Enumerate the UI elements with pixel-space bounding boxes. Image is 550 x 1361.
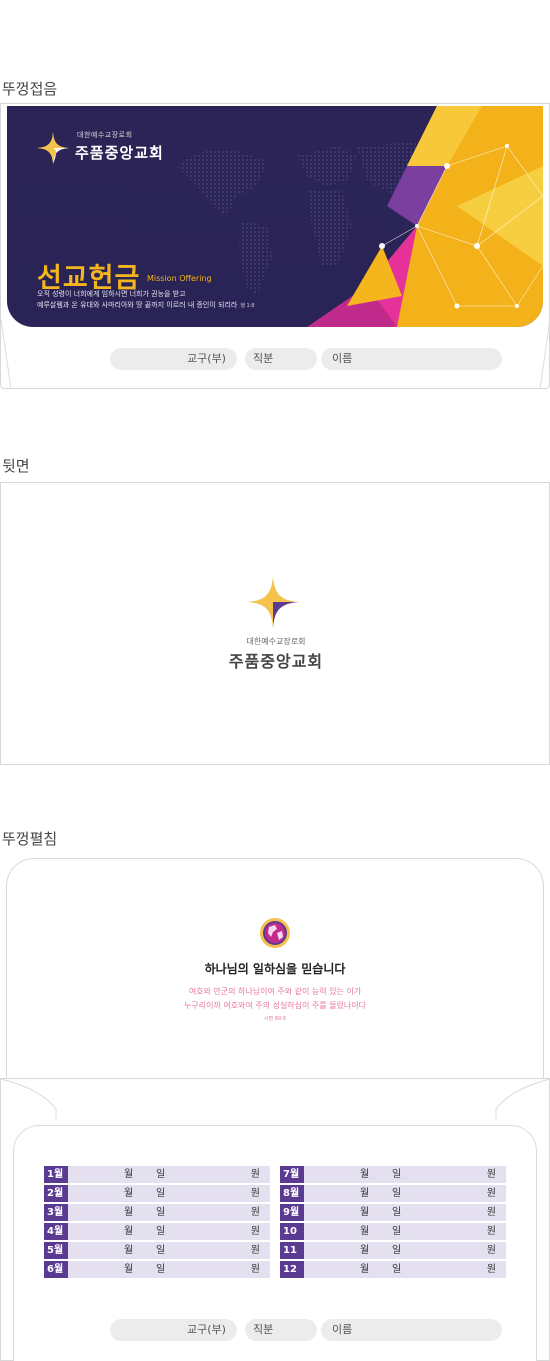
day-unit: 일 (156, 1207, 166, 1218)
name-field-open[interactable]: 이름 (321, 1319, 502, 1341)
geometric-decoration (307, 106, 543, 327)
verse-reference: 행 1:8 (240, 303, 255, 309)
month-row[interactable]: 9월 월 일 원 (280, 1204, 506, 1221)
flap-verse-line-2: 누구리이까 여호와여 주의 성실하심이 주를 둘렀나이다 (184, 1001, 366, 1010)
month-label: 6월 (44, 1261, 68, 1278)
flap-title: 하나님의 일하심을 믿습니다 (204, 962, 346, 976)
month-unit: 월 (360, 1245, 370, 1256)
month-row[interactable]: 11월월일원 (280, 1242, 506, 1273)
month-row[interactable]: 10월월일원 (280, 1223, 506, 1254)
won-unit: 원 (250, 1169, 260, 1180)
month-unit: 월 (360, 1207, 370, 1218)
position-field-label: 직분 (253, 1323, 274, 1336)
day-unit: 일 (392, 1245, 402, 1256)
day-unit: 일 (156, 1264, 166, 1275)
position-field-open[interactable]: 직분 (245, 1319, 317, 1341)
month-unit: 월 (360, 1264, 370, 1275)
month-unit: 월 (124, 1207, 134, 1218)
section-label-open: 뚜껑펼침 (2, 830, 58, 848)
position-field[interactable]: 직분 (245, 348, 317, 370)
month-row[interactable]: 5월 월 일 원 (44, 1242, 270, 1259)
position-field-label: 직분 (253, 352, 274, 365)
flap-verse-reference: 시편 89:8 (263, 1016, 287, 1022)
back-brand-subtitle: 대한예수교장로회 (246, 637, 306, 646)
won-unit: 원 (250, 1188, 260, 1199)
won-unit: 원 (250, 1245, 260, 1256)
flap-verse-line-1: 여호와 만군의 하나님이여 주와 같이 능력 있는 이가 (188, 987, 362, 996)
month-label: 1월 (44, 1166, 68, 1183)
name-field[interactable]: 이름 (321, 348, 502, 370)
verse-line-2: 예루살렘과 온 유대와 사마리아와 땅 끝까지 이르러 내 증인이 되리라 행 1… (37, 300, 255, 310)
church-star-logo (37, 132, 69, 164)
won-unit: 원 (486, 1207, 496, 1218)
month-label: 5월 (44, 1242, 68, 1259)
day-unit: 일 (156, 1226, 166, 1237)
won-unit: 원 (486, 1169, 496, 1180)
month-label: 2월 (44, 1185, 68, 1202)
month-label: 10월 (280, 1223, 304, 1254)
month-unit: 월 (124, 1245, 134, 1256)
name-field-label: 이름 (332, 352, 353, 365)
won-unit: 원 (486, 1264, 496, 1275)
verse-line-1: 오직 성령이 너희에게 임하시면 너희가 권능을 받고 (37, 290, 186, 298)
section-label-front: 뚜껑접음 (2, 80, 58, 98)
day-unit: 일 (392, 1207, 402, 1218)
month-unit: 월 (124, 1264, 134, 1275)
front-cover: 대한예수교장로회 주품중앙교회 선교헌금 Mission Offering 오직… (7, 106, 543, 327)
group-field[interactable]: 교구(부) (110, 348, 237, 370)
month-label: 7월 (280, 1166, 304, 1183)
month-unit: 월 (124, 1169, 134, 1180)
won-unit: 원 (250, 1264, 260, 1275)
month-label: 4월 (44, 1223, 68, 1240)
month-row[interactable]: 8월 월 일 원 (280, 1185, 506, 1202)
verse-line-2-text: 예루살렘과 온 유대와 사마리아와 땅 끝까지 이르러 내 증인이 되리라 (37, 301, 238, 309)
month-row[interactable]: 7월 월 일 원 (280, 1166, 506, 1183)
month-row[interactable]: 4월 월 일 원 (44, 1223, 270, 1240)
church-star-logo-back (247, 576, 299, 628)
won-unit: 원 (486, 1226, 496, 1237)
month-label: 8월 (280, 1185, 304, 1202)
month-unit: 월 (360, 1226, 370, 1237)
day-unit: 일 (392, 1264, 402, 1275)
back-brand-name: 주품중앙교회 (228, 652, 324, 671)
group-field-label: 교구(부) (187, 1323, 226, 1336)
group-field-open[interactable]: 교구(부) (110, 1319, 237, 1341)
month-unit: 월 (124, 1188, 134, 1199)
month-unit: 월 (360, 1188, 370, 1199)
month-unit: 월 (124, 1226, 134, 1237)
day-unit: 일 (156, 1169, 166, 1180)
won-unit: 원 (250, 1226, 260, 1237)
month-table-right: 7월월일원 8월월일원 9월월일원 10월월일원 11월월일원 12월월일원 (280, 1166, 506, 1292)
brand-name: 주품중앙교회 (75, 144, 164, 162)
day-unit: 일 (392, 1188, 402, 1199)
month-row[interactable]: 1월 월 일 원 (44, 1166, 270, 1183)
won-unit: 원 (250, 1207, 260, 1218)
section-label-back: 뒷면 (2, 457, 30, 475)
name-field-label: 이름 (332, 1323, 353, 1336)
day-unit: 일 (392, 1169, 402, 1180)
month-label: 3월 (44, 1204, 68, 1221)
group-field-label: 교구(부) (187, 352, 226, 365)
day-unit: 일 (156, 1245, 166, 1256)
back-card: 대한예수교장로회 주품중앙교회 (0, 482, 550, 765)
day-unit: 일 (156, 1188, 166, 1199)
month-unit: 월 (360, 1169, 370, 1180)
globe-icon (260, 918, 290, 948)
month-row[interactable]: 3월 월 일 원 (44, 1204, 270, 1221)
month-label: 12월 (280, 1261, 304, 1292)
month-row[interactable]: 12월 월 일 원 (280, 1261, 506, 1292)
month-label: 11월 (280, 1242, 304, 1273)
offering-subtitle: Mission Offering (147, 274, 212, 283)
brand-subtitle: 대한예수교장로회 (77, 131, 133, 139)
won-unit: 원 (486, 1188, 496, 1199)
month-label: 9월 (280, 1204, 304, 1221)
won-unit: 원 (486, 1245, 496, 1256)
month-row[interactable]: 2월 월 일 원 (44, 1185, 270, 1202)
month-row[interactable]: 6월 월 일 원 (44, 1261, 270, 1278)
day-unit: 일 (392, 1226, 402, 1237)
month-table-left: 1월 월 일 원 2월 월 일 원 3월 월 일 원 4월 월 일 원 5월 월 일 원 6월 월 일 원 (44, 1166, 270, 1280)
